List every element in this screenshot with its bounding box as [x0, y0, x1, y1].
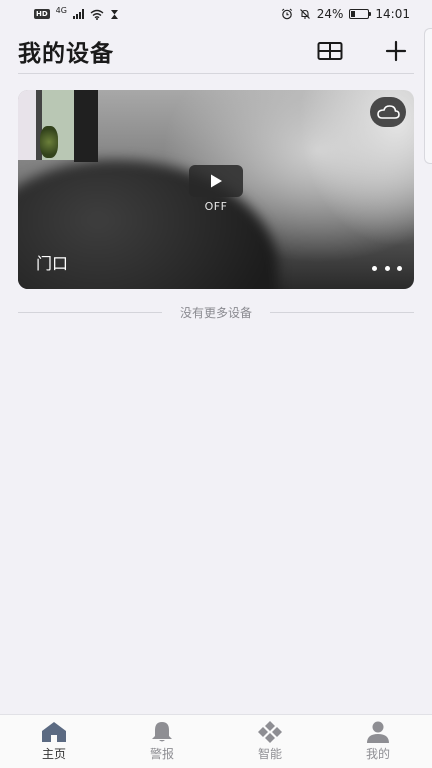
play-icon	[211, 174, 222, 188]
no-more-devices-text: 没有更多设备	[180, 305, 253, 320]
divider-left	[18, 311, 162, 313]
tab-alarm[interactable]: 警报	[122, 721, 202, 762]
snapshot-plant	[40, 126, 58, 158]
add-icon	[385, 40, 407, 61]
hourglass-icon	[110, 9, 118, 19]
cloud-button[interactable]	[370, 97, 406, 127]
add-device-button[interactable]	[382, 37, 410, 65]
hd-icon: HD	[34, 9, 50, 19]
bottom-nav: 主页 警报 智能 我的	[0, 714, 432, 768]
device-name: 门口	[36, 254, 69, 273]
more-button[interactable]	[372, 259, 402, 277]
divider-right	[270, 311, 415, 313]
header-actions	[316, 37, 414, 65]
mute-bell-icon	[299, 9, 310, 19]
play-state: OFF	[204, 200, 228, 213]
tab-smart-label: 智能	[257, 747, 282, 761]
tab-home-label: 主页	[41, 747, 66, 761]
tab-profile-label: 我的	[365, 747, 390, 761]
alarm-icon	[281, 8, 292, 20]
profile-icon	[367, 721, 389, 743]
snapshot-door	[74, 90, 98, 162]
device-card[interactable]: OFF 门口	[18, 90, 414, 289]
play-button[interactable]	[189, 165, 243, 197]
tab-profile[interactable]: 我的	[338, 721, 418, 762]
grid-view-icon	[317, 41, 343, 60]
status-right: 24% 14:01	[281, 7, 410, 21]
tab-smart[interactable]: 智能	[230, 721, 310, 762]
home-icon	[42, 722, 66, 742]
wifi-icon	[90, 9, 104, 20]
bell-icon	[152, 722, 172, 742]
more-icon	[372, 265, 402, 271]
battery-percent: 24%	[316, 7, 344, 21]
smart-icon	[258, 721, 282, 743]
grid-view-button[interactable]	[316, 37, 344, 65]
cloud-icon	[377, 105, 400, 119]
page-title: 我的设备	[18, 40, 114, 67]
status-time: 14:01	[375, 7, 410, 21]
tab-alarm-label: 警报	[149, 747, 174, 761]
status-left: HD 4G	[34, 5, 119, 20]
tab-home[interactable]: 主页	[14, 721, 94, 762]
battery-fill	[351, 11, 356, 17]
signal-icon	[72, 9, 84, 19]
battery-icon	[349, 9, 372, 19]
status-bar: HD 4G 24% 14:01	[0, 0, 432, 28]
edge-scroll-handle[interactable]	[424, 28, 432, 164]
header: 我的设备	[18, 28, 414, 74]
list-footer: 没有更多设备	[18, 302, 415, 322]
network-type: 4G	[55, 5, 67, 15]
